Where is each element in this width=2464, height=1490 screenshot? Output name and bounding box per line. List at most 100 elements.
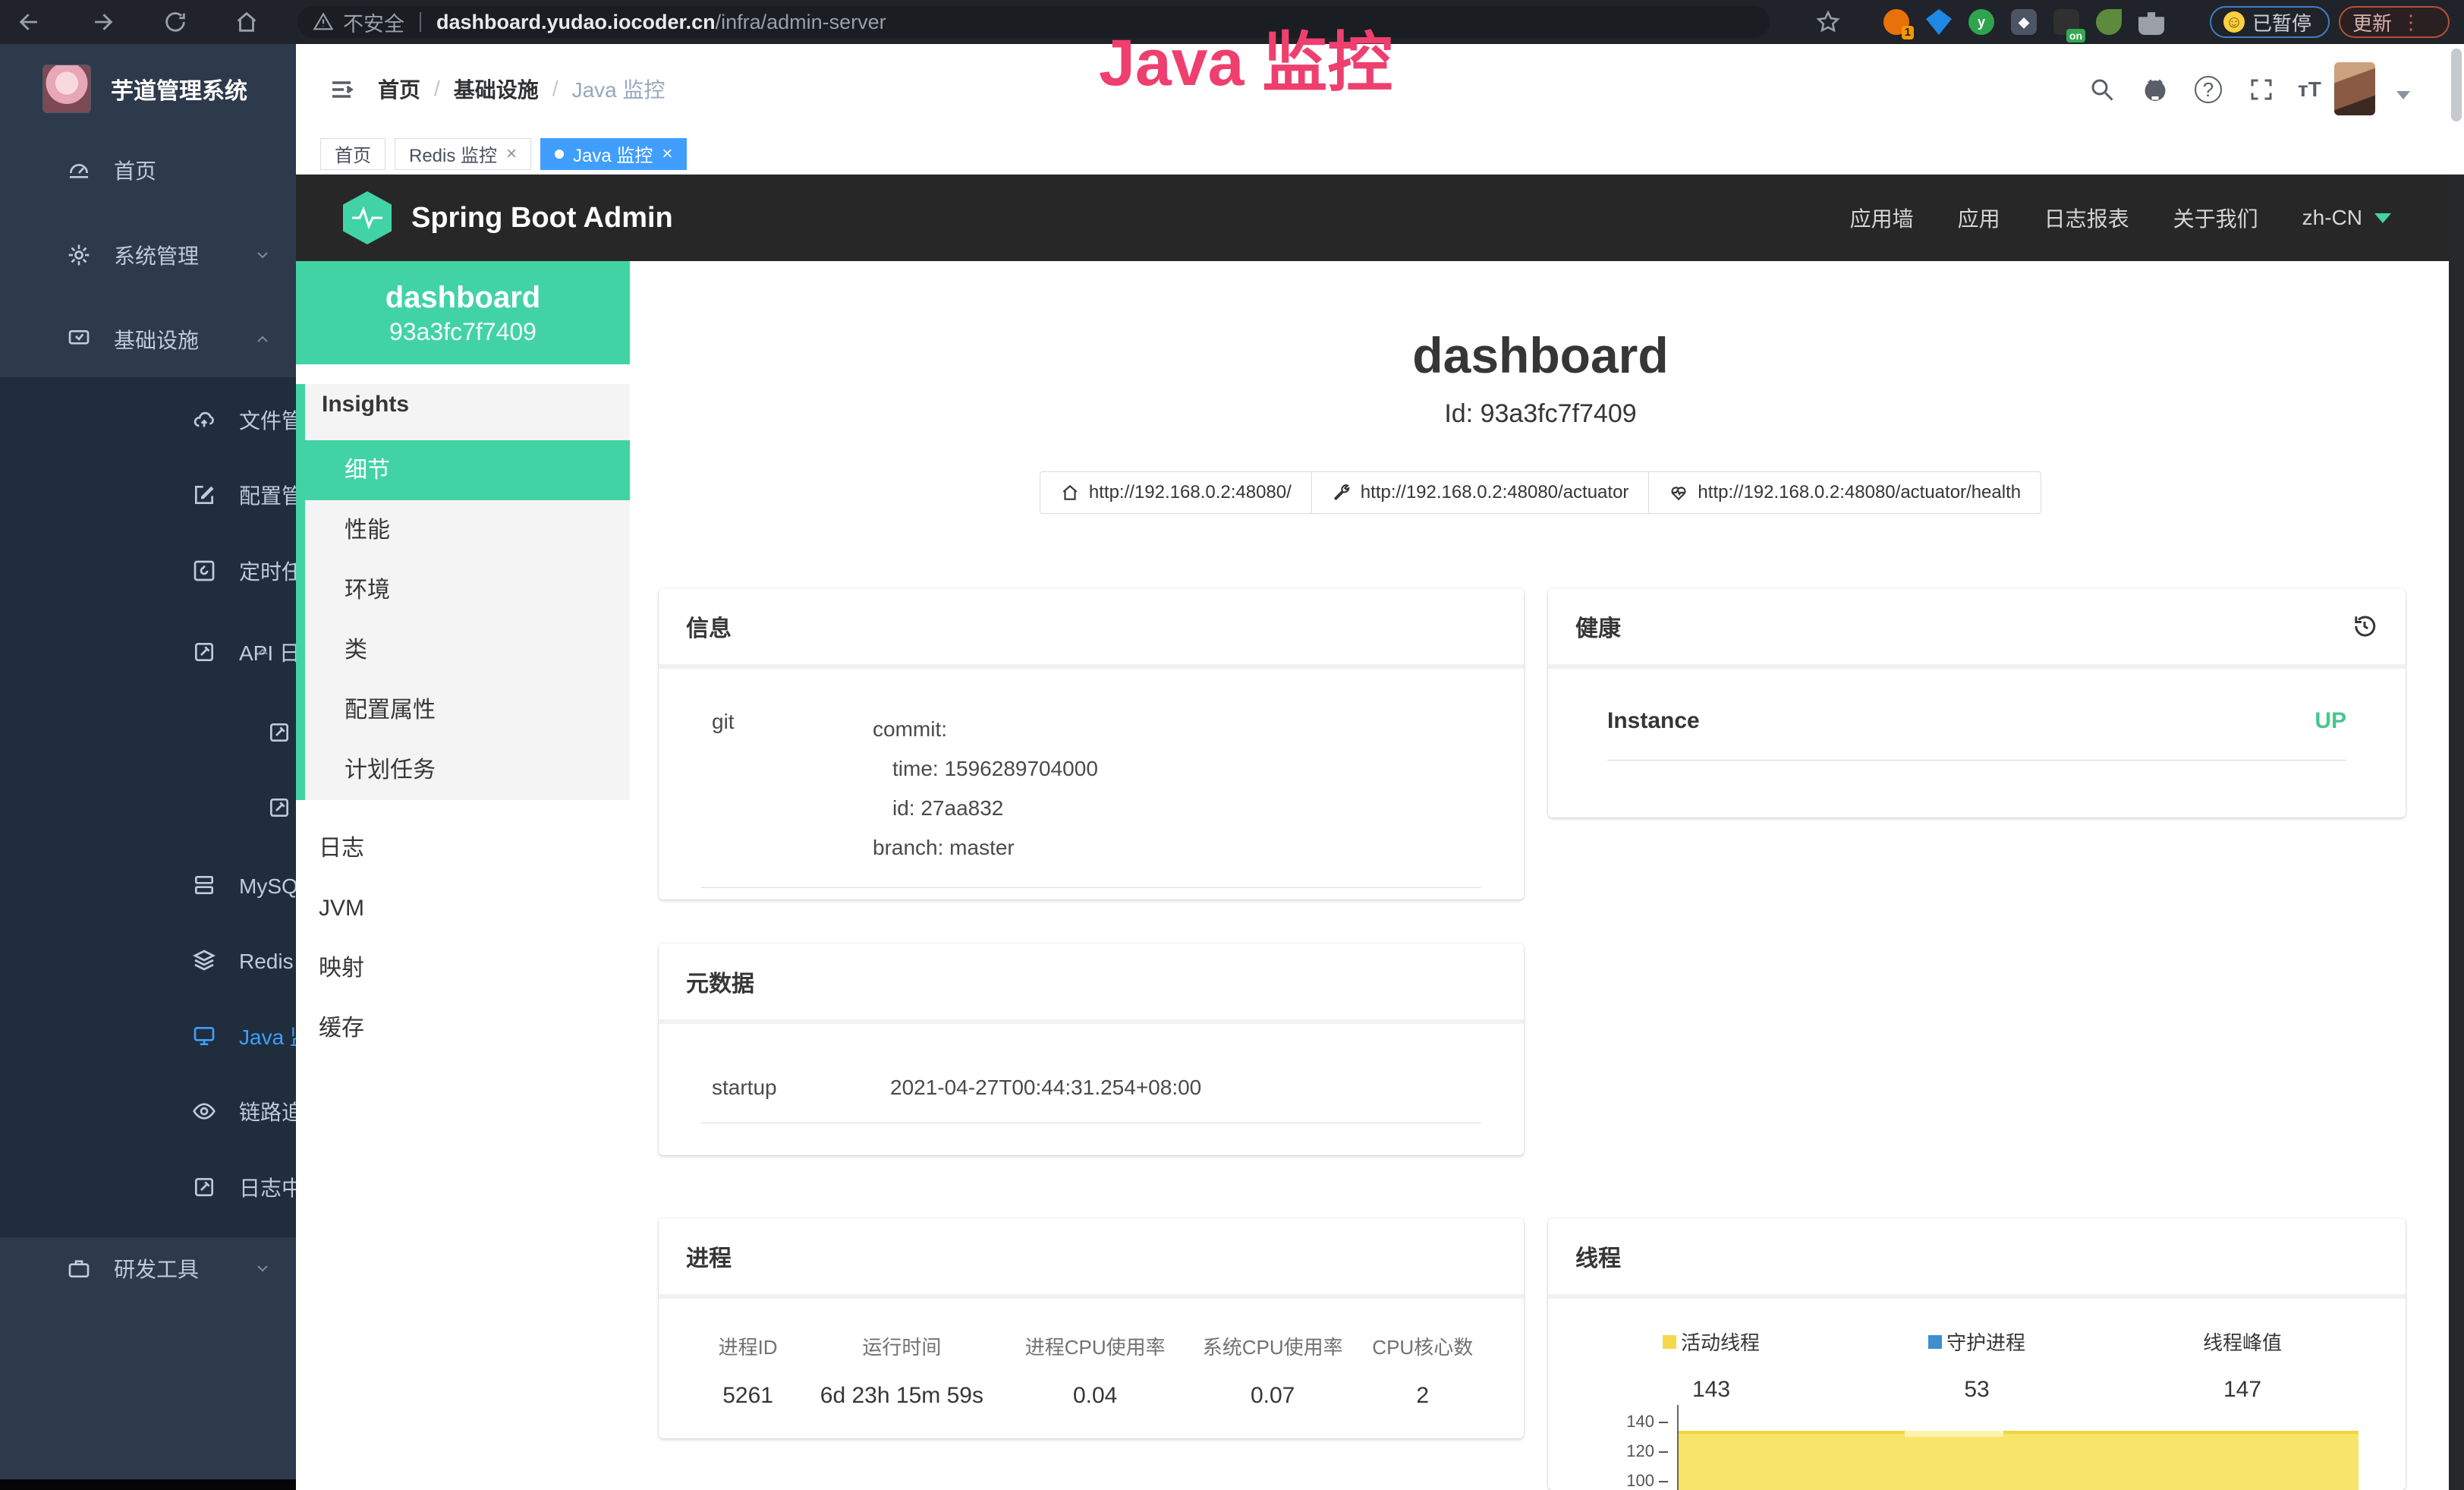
tab-close-icon[interactable]: × xyxy=(506,143,517,165)
chevron-down-icon xyxy=(253,1259,272,1277)
legend-value: 147 xyxy=(2110,1377,2375,1403)
chevron-up-icon xyxy=(253,330,272,348)
y-tick: 140 xyxy=(1618,1412,1668,1432)
sidebar-item-infra[interactable]: 基础设施 xyxy=(0,309,296,370)
font-size-icon[interactable]: тT xyxy=(2298,76,2325,103)
sba-menu-metrics[interactable]: 性能 xyxy=(305,500,630,560)
column-header: CPU核心数 xyxy=(1360,1332,1486,1360)
sba-menu-logfile[interactable]: 日志 xyxy=(296,818,630,878)
gear-icon xyxy=(67,243,91,267)
breadcrumb-infra[interactable]: 基础设施 xyxy=(454,74,539,104)
row-label: startup xyxy=(712,1076,890,1100)
sba-header: Spring Boot Admin 应用墙 应用 日志报表 关于我们 zh-CN xyxy=(296,175,2464,261)
browser-menu-dots-icon[interactable]: ⋮ xyxy=(2401,11,2421,34)
sba-nav-applications[interactable]: 应用 xyxy=(1958,203,2000,233)
reload-icon[interactable] xyxy=(162,9,188,35)
sidebar-item-mysql[interactable]: MySQL 监控 xyxy=(0,855,296,915)
sba-menu-details[interactable]: 细节 xyxy=(296,440,630,500)
instance-name: dashboard xyxy=(296,261,630,315)
extension-badge: 1 xyxy=(1902,26,1914,39)
sidebar-item-api-log[interactable]: API 日志 xyxy=(0,622,296,682)
scrollbar-track[interactable] xyxy=(2449,175,2464,1490)
language-caret-down-icon[interactable] xyxy=(2374,213,2391,223)
security-label[interactable]: 不安全 xyxy=(343,8,404,37)
hamburger-icon[interactable] xyxy=(328,76,355,103)
sba-menu-mappings[interactable]: 映射 xyxy=(296,938,630,998)
endpoint-root-button[interactable]: http://192.168.0.2:48080/ xyxy=(1040,471,1312,514)
extension-grid-icon[interactable]: ◆ xyxy=(2011,9,2037,35)
url-bar[interactable]: 不安全 dashboard.yudao.iocoder.cn /infra/ad… xyxy=(297,6,1770,38)
legend-value: 143 xyxy=(1578,1377,1844,1403)
sba-insights-group: Insights 细节 性能 环境 类 配置属性 计划任务 xyxy=(296,384,630,800)
sba-instance-header[interactable]: dashboard 93a3fc7f7409 xyxy=(296,261,630,364)
endpoint-health-button[interactable]: http://192.168.0.2:48080/actuator/health xyxy=(1648,471,2041,514)
card-title: 信息 xyxy=(686,610,732,643)
breadcrumb-home[interactable]: 首页 xyxy=(378,74,420,104)
home-icon[interactable] xyxy=(234,9,260,35)
extension-switch-icon[interactable]: on xyxy=(2053,9,2079,35)
sba-nav-language[interactable]: zh-CN xyxy=(2302,206,2362,230)
forward-icon[interactable] xyxy=(90,9,115,35)
sba-menu-jvm[interactable]: JVM xyxy=(296,878,630,938)
update-button[interactable]: 更新 ⋮ xyxy=(2339,6,2450,38)
column-header: 运行时间 xyxy=(799,1332,1004,1360)
tab-close-icon[interactable]: × xyxy=(662,143,672,165)
extension-pin-icon[interactable] xyxy=(1926,9,1952,35)
sba-nav-about[interactable]: 关于我们 xyxy=(2173,203,2258,233)
sba-logo-icon[interactable] xyxy=(343,191,392,244)
sidebar-item-error-log[interactable]: 错误日志 xyxy=(0,777,296,838)
endpoint-label: http://192.168.0.2:48080/ xyxy=(1089,482,1292,503)
tab-label: Java 监控 xyxy=(573,140,653,167)
app-title: 芋道管理系统 xyxy=(111,72,247,106)
paused-pill[interactable]: ☺ 已暂停 xyxy=(2210,6,2330,38)
sba-menu-environment[interactable]: 环境 xyxy=(305,560,630,620)
history-icon[interactable] xyxy=(2351,613,2378,640)
sidebar-item-home[interactable]: 首页 xyxy=(0,140,296,200)
edit-icon xyxy=(192,640,216,664)
fullscreen-icon[interactable] xyxy=(2248,76,2275,103)
sidebar-item-file[interactable]: 文件管理 xyxy=(0,389,296,450)
sidebar-item-trace[interactable]: 链路追踪 xyxy=(0,1081,296,1142)
sba-menu-caches[interactable]: 缓存 xyxy=(296,998,630,1058)
sidebar-label: 首页 xyxy=(114,155,156,185)
avatar[interactable] xyxy=(2334,62,2375,115)
sidebar-item-system[interactable]: 系统管理 xyxy=(0,225,296,285)
extension-leaf-icon[interactable] xyxy=(2096,9,2122,35)
cell-value: 0.07 xyxy=(1186,1383,1360,1409)
sba-nav-journal[interactable]: 日志报表 xyxy=(2044,203,2129,233)
search-icon[interactable] xyxy=(2088,76,2116,103)
tab-java-monitor[interactable]: Java 监控 × xyxy=(540,138,687,170)
extension-orange-icon[interactable]: 1 xyxy=(1883,9,1909,35)
sidebar-item-access-log[interactable]: 访问日志 xyxy=(0,702,296,763)
bookmark-star-icon[interactable] xyxy=(1815,9,1841,35)
sidebar-logo[interactable]: 芋道管理系统 xyxy=(0,44,296,134)
endpoint-actuator-button[interactable]: http://192.168.0.2:48080/actuator xyxy=(1311,471,1650,514)
sidebar-item-dev-tools[interactable]: 研发工具 xyxy=(0,1238,296,1299)
github-icon[interactable] xyxy=(2141,76,2169,103)
extension-green-y-icon[interactable]: y xyxy=(1968,9,1994,35)
sidebar-item-config[interactable]: 配置管理 xyxy=(0,465,296,525)
smiley-emoji-icon: ☺ xyxy=(2223,11,2245,33)
user-caret-down-icon[interactable] xyxy=(2396,91,2410,99)
sba-menu-scheduled[interactable]: 计划任务 xyxy=(305,740,630,800)
sidebar-item-redis[interactable]: Redis 监控 xyxy=(0,930,296,991)
back-icon[interactable] xyxy=(17,9,42,35)
breadcrumb: 首页 / 基础设施 / Java 监控 xyxy=(378,44,666,134)
sba-nav-wall[interactable]: 应用墙 xyxy=(1850,203,1914,233)
sba-brand-title[interactable]: Spring Boot Admin xyxy=(411,202,673,235)
sba-menu-configprops[interactable]: 配置属性 xyxy=(305,680,630,740)
sba-menu-classes[interactable]: 类 xyxy=(305,620,630,680)
help-icon[interactable]: ? xyxy=(2195,76,2222,103)
scrollbar-thumb[interactable] xyxy=(2451,49,2462,121)
sidebar-item-job[interactable]: 定时任务 xyxy=(0,540,296,601)
health-card: 健康 Instance UP xyxy=(1548,588,2406,817)
tab-redis-monitor[interactable]: Redis 监控× xyxy=(395,138,531,170)
extensions-puzzle-icon[interactable] xyxy=(2138,9,2164,35)
sba-menu-insights[interactable]: Insights xyxy=(305,384,630,425)
tab-home[interactable]: 首页 xyxy=(320,138,385,170)
legend-swatch-daemon xyxy=(1928,1335,1942,1349)
sidebar-item-log-center[interactable]: 日志中心 xyxy=(0,1157,296,1218)
chevron-down-icon xyxy=(253,246,272,264)
sidebar-label: 基础设施 xyxy=(114,324,199,354)
sidebar-item-java-monitor[interactable]: Java 监控 xyxy=(0,1006,296,1066)
